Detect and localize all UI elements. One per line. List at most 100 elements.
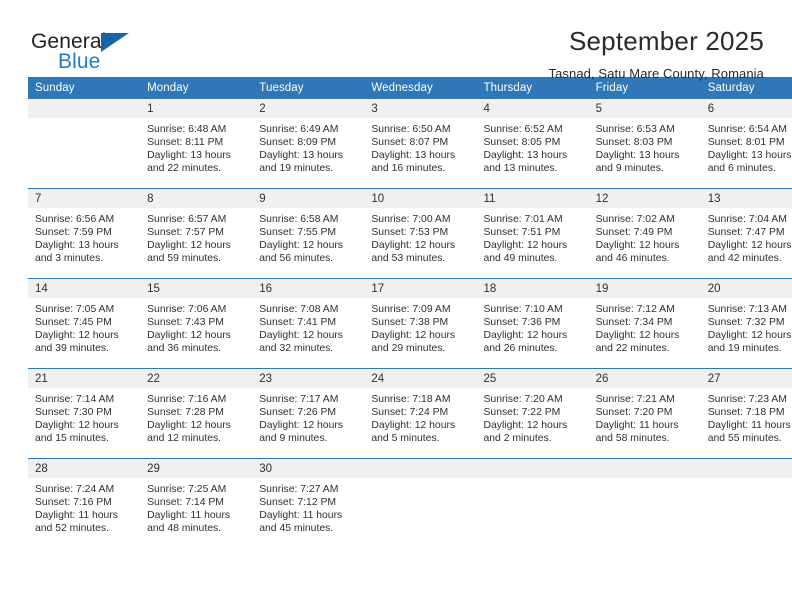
day-number: 4 <box>476 99 589 118</box>
day-details: Sunrise: 7:10 AM Sunset: 7:36 PM Daylight:… <box>477 298 589 355</box>
calendar-day-cell[interactable]: 30 Sunrise: 7:27 AM Sunset: 7:12 PM Dayligh… <box>252 458 365 548</box>
calendar-day-cell[interactable]: 12 Sunrise: 7:02 AM Sunset: 7:49 PM Dayligh… <box>588 188 701 279</box>
calendar-day-cell[interactable]: 6 Sunrise: 6:54 AM Sunset: 8:01 PM Daylight… <box>700 99 792 189</box>
day-sunset-text: Sunset: 7:45 PM <box>35 317 112 329</box>
calendar-day-cell-empty <box>700 458 792 548</box>
day-daylight-line2-text: and 52 minutes. <box>35 523 109 535</box>
calendar-day-cell[interactable]: 18 Sunrise: 7:10 AM Sunset: 7:36 PM Dayligh… <box>476 278 589 369</box>
day-number: 3 <box>364 99 477 118</box>
calendar-day-cell[interactable]: 27 Sunrise: 7:23 AM Sunset: 7:18 PM Dayligh… <box>700 368 792 459</box>
day-daylight-line2-text: and 29 minutes. <box>371 343 446 355</box>
general-blue-logo[interactable]: General Blue <box>28 28 158 78</box>
calendar-day-cell[interactable]: 16 Sunrise: 7:08 AM Sunset: 7:41 PM Dayligh… <box>252 278 365 369</box>
day-details: Sunrise: 7:02 AM Sunset: 7:49 PM Daylight:… <box>589 208 701 265</box>
day-daylight-line2-text: and 5 minutes. <box>371 433 440 445</box>
calendar-day-cell[interactable]: 29 Sunrise: 7:25 AM Sunset: 7:14 PM Dayligh… <box>140 458 253 548</box>
calendar-day-cell[interactable]: 26 Sunrise: 7:21 AM Sunset: 7:20 PM Dayligh… <box>588 368 701 459</box>
calendar-day-cell[interactable]: 22 Sunrise: 7:16 AM Sunset: 7:28 PM Dayligh… <box>140 368 253 459</box>
calendar-day-cell[interactable]: 15 Sunrise: 7:06 AM Sunset: 7:43 PM Dayligh… <box>140 278 253 369</box>
day-sunrise-text: Sunrise: 7:09 AM <box>371 304 451 315</box>
title-block: September 2025 Tasnad, Satu Mare County,… <box>548 27 764 81</box>
day-details: Sunrise: 6:56 AM Sunset: 7:59 PM Daylight:… <box>28 208 140 265</box>
day-daylight-line2-text: and 42 minutes. <box>707 253 782 265</box>
day-number: 6 <box>700 99 792 118</box>
calendar-day-cell[interactable]: 1 Sunrise: 6:48 AM Sunset: 8:11 PM Daylight… <box>140 99 253 189</box>
day-sunrise-text: Sunrise: 7:12 AM <box>595 304 675 315</box>
day-sunrise-text: Sunrise: 7:13 AM <box>707 304 787 315</box>
day-sunrise-text: Sunrise: 7:04 AM <box>707 214 787 225</box>
day-sunrise-text: Sunrise: 7:10 AM <box>483 304 563 315</box>
calendar-day-cell-empty <box>588 458 701 548</box>
day-number: 9 <box>252 189 365 208</box>
calendar-day-cell[interactable]: 19 Sunrise: 7:12 AM Sunset: 7:34 PM Dayligh… <box>588 278 701 369</box>
day-sunset-text: Sunset: 7:55 PM <box>259 227 337 239</box>
calendar-day-cell[interactable]: 7 Sunrise: 6:56 AM Sunset: 7:59 PM Daylight… <box>28 188 141 279</box>
day-sunset-text: Sunset: 7:36 PM <box>483 317 561 329</box>
day-daylight-line2-text: and 26 minutes. <box>483 343 558 355</box>
calendar-week-row: 7 Sunrise: 6:56 AM Sunset: 7:59 PM Daylight… <box>28 188 792 279</box>
day-daylight-line1-text: Daylight: 12 hours <box>371 330 456 342</box>
day-sunset-text: Sunset: 8:03 PM <box>595 137 673 149</box>
day-sunset-text: Sunset: 7:14 PM <box>147 497 224 509</box>
day-sunrise-text: Sunrise: 7:24 AM <box>35 484 115 495</box>
weekday-header-monday: Monday <box>140 77 253 99</box>
weekday-header-wednesday: Wednesday <box>364 77 477 99</box>
day-sunrise-text: Sunrise: 7:17 AM <box>259 394 339 405</box>
day-sunrise-text: Sunrise: 7:25 AM <box>147 484 227 495</box>
day-daylight-line1-text: Daylight: 12 hours <box>259 240 343 252</box>
day-daylight-line1-text: Daylight: 13 hours <box>483 150 568 162</box>
calendar-day-cell[interactable]: 11 Sunrise: 7:01 AM Sunset: 7:51 PM Dayligh… <box>476 188 589 279</box>
day-sunrise-text: Sunrise: 7:05 AM <box>35 304 115 315</box>
day-daylight-line2-text: and 9 minutes. <box>259 433 328 445</box>
day-daylight-line1-text: Daylight: 11 hours <box>259 510 343 522</box>
calendar-day-cell[interactable]: 24 Sunrise: 7:18 AM Sunset: 7:24 PM Dayligh… <box>364 368 477 459</box>
day-daylight-line2-text: and 22 minutes. <box>147 163 222 175</box>
calendar-day-cell[interactable]: 2 Sunrise: 6:49 AM Sunset: 8:09 PM Daylight… <box>252 99 365 189</box>
day-details: Sunrise: 6:50 AM Sunset: 8:07 PM Daylight:… <box>364 118 476 175</box>
day-daylight-line1-text: Daylight: 12 hours <box>483 240 568 252</box>
day-details: Sunrise: 7:23 AM Sunset: 7:18 PM Daylight:… <box>701 388 792 445</box>
day-details: Sunrise: 7:25 AM Sunset: 7:14 PM Daylight:… <box>140 478 252 535</box>
day-daylight-line1-text: Daylight: 12 hours <box>707 330 792 342</box>
day-sunset-text: Sunset: 7:22 PM <box>483 407 561 419</box>
calendar-day-cell[interactable]: 21 Sunrise: 7:14 AM Sunset: 7:30 PM Dayligh… <box>28 368 141 459</box>
day-daylight-line1-text: Daylight: 12 hours <box>371 240 456 252</box>
calendar-day-cell[interactable]: 23 Sunrise: 7:17 AM Sunset: 7:26 PM Dayligh… <box>252 368 365 459</box>
day-sunset-text: Sunset: 7:16 PM <box>35 497 112 509</box>
day-daylight-line1-text: Daylight: 12 hours <box>483 330 568 342</box>
day-details: Sunrise: 7:01 AM Sunset: 7:51 PM Daylight:… <box>477 208 589 265</box>
calendar-day-cell[interactable]: 5 Sunrise: 6:53 AM Sunset: 8:03 PM Daylight… <box>588 99 701 189</box>
calendar-day-cell[interactable]: 28 Sunrise: 7:24 AM Sunset: 7:16 PM Dayligh… <box>28 458 141 548</box>
day-sunrise-text: Sunrise: 7:20 AM <box>483 394 563 405</box>
day-details: Sunrise: 7:00 AM Sunset: 7:53 PM Daylight:… <box>364 208 476 265</box>
calendar-day-cell[interactable]: 4 Sunrise: 6:52 AM Sunset: 8:05 PM Daylight… <box>476 99 589 189</box>
calendar-day-cell-empty <box>364 458 477 548</box>
calendar-day-cell[interactable]: 20 Sunrise: 7:13 AM Sunset: 7:32 PM Dayligh… <box>700 278 792 369</box>
day-daylight-line1-text: Daylight: 13 hours <box>147 150 231 162</box>
day-details <box>28 118 140 123</box>
day-daylight-line1-text: Daylight: 13 hours <box>371 150 456 162</box>
day-details: Sunrise: 7:17 AM Sunset: 7:26 PM Daylight:… <box>252 388 364 445</box>
day-daylight-line2-text: and 32 minutes. <box>259 343 334 355</box>
day-daylight-line2-text: and 19 minutes. <box>707 343 782 355</box>
day-daylight-line2-text: and 48 minutes. <box>147 523 222 535</box>
day-daylight-line2-text: and 56 minutes. <box>259 253 334 265</box>
calendar-day-cell[interactable]: 10 Sunrise: 7:00 AM Sunset: 7:53 PM Dayligh… <box>364 188 477 279</box>
day-number <box>700 459 792 478</box>
day-daylight-line2-text: and 2 minutes. <box>483 433 552 445</box>
calendar-day-cell[interactable]: 17 Sunrise: 7:09 AM Sunset: 7:38 PM Dayligh… <box>364 278 477 369</box>
calendar-day-cell[interactable]: 13 Sunrise: 7:04 AM Sunset: 7:47 PM Dayligh… <box>700 188 792 279</box>
day-sunset-text: Sunset: 7:41 PM <box>259 317 337 329</box>
day-number: 18 <box>476 279 589 298</box>
triangle-icon <box>101 33 129 52</box>
calendar-day-cell[interactable]: 25 Sunrise: 7:20 AM Sunset: 7:22 PM Dayligh… <box>476 368 589 459</box>
day-daylight-line1-text: Daylight: 13 hours <box>595 150 680 162</box>
day-daylight-line1-text: Daylight: 13 hours <box>707 150 792 162</box>
day-daylight-line1-text: Daylight: 12 hours <box>371 420 456 432</box>
calendar-day-cell[interactable]: 8 Sunrise: 6:57 AM Sunset: 7:57 PM Daylight… <box>140 188 253 279</box>
calendar-day-cell[interactable]: 3 Sunrise: 6:50 AM Sunset: 8:07 PM Daylight… <box>364 99 477 189</box>
day-number: 27 <box>700 369 792 388</box>
calendar-day-cell[interactable]: 9 Sunrise: 6:58 AM Sunset: 7:55 PM Daylight… <box>252 188 365 279</box>
day-daylight-line1-text: Daylight: 12 hours <box>259 330 343 342</box>
calendar-day-cell[interactable]: 14 Sunrise: 7:05 AM Sunset: 7:45 PM Dayligh… <box>28 278 141 369</box>
